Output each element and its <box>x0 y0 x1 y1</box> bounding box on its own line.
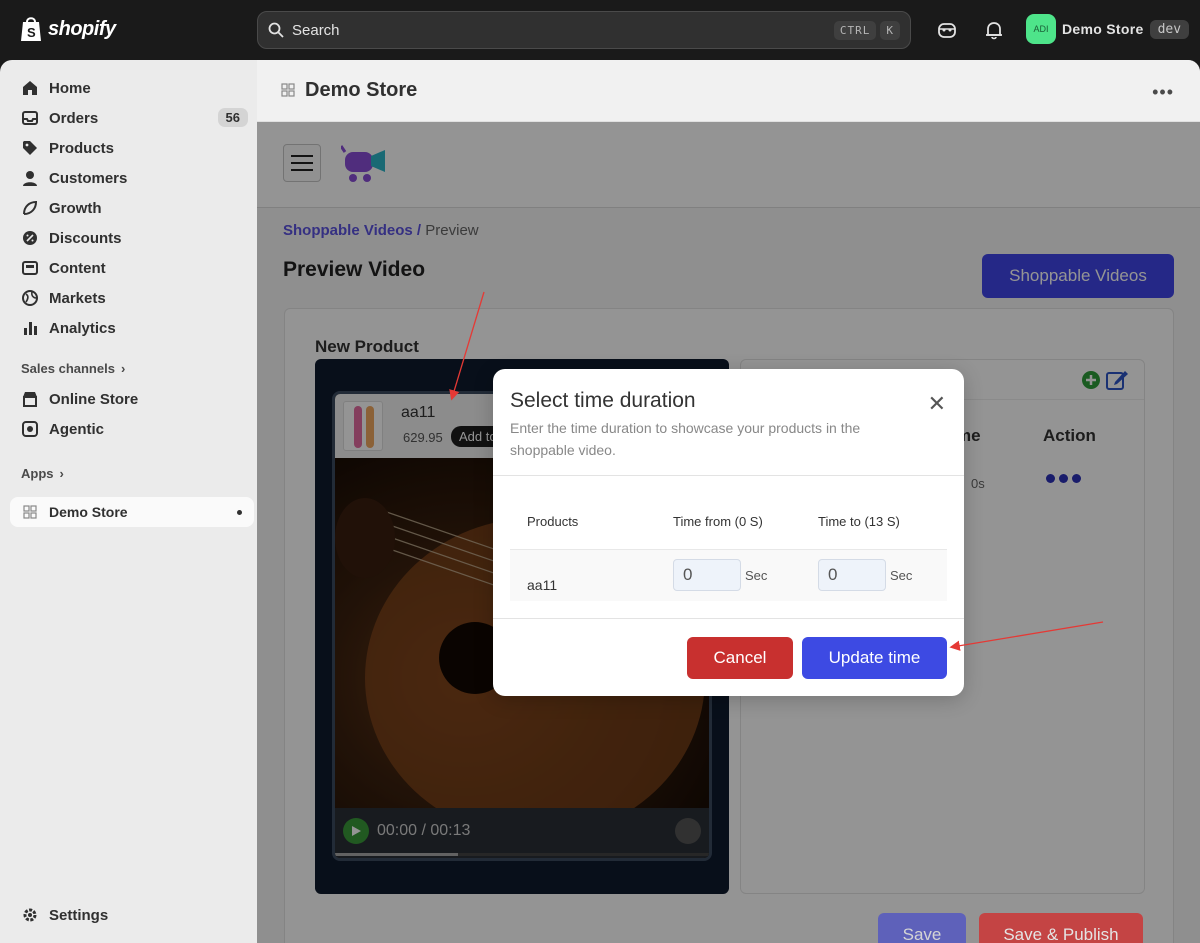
home-icon <box>21 79 39 97</box>
tag-icon <box>21 139 39 157</box>
app-grid-icon <box>21 503 39 521</box>
inbox-icon <box>21 109 39 127</box>
shortcut-ctrl: CTRL <box>833 20 877 40</box>
search-placeholder: Search <box>292 21 340 39</box>
sidebar-item-label: Online Store <box>49 390 139 408</box>
sidebar-item-label: Home <box>49 79 91 97</box>
close-icon[interactable]: ✕ <box>928 391 946 417</box>
search-bar[interactable]: Search CTRL K <box>257 11 911 49</box>
sidebar-item-agentic[interactable]: Agentic <box>10 414 254 444</box>
sidekick-icon[interactable] <box>935 18 959 42</box>
sidebar-item-customers[interactable]: Customers <box>10 163 254 193</box>
gear-icon <box>21 906 39 924</box>
env-badge: dev <box>1149 19 1190 39</box>
sidebar-item-label: Growth <box>49 199 102 217</box>
sidebar-item-label: Demo Store <box>49 504 128 520</box>
store-name: Demo Store <box>1062 21 1144 37</box>
column-header-time-to: Time to (13 S) <box>818 514 900 529</box>
person-icon <box>21 169 39 187</box>
store-switcher[interactable]: ADI Demo Store dev <box>1026 14 1190 44</box>
sidebar-item-label: Products <box>49 139 115 157</box>
active-dot <box>237 510 242 515</box>
sidebar-item-label: Discounts <box>49 229 122 247</box>
sidebar-item-online-store[interactable]: Online Store <box>10 384 254 414</box>
store-icon <box>21 390 39 408</box>
chevron-right-icon: › <box>59 466 64 481</box>
top-bar: S shopify Search CTRL K ADI Demo Store d… <box>0 0 1200 60</box>
page-title: Demo Store <box>305 79 418 101</box>
sidebar-item-home[interactable]: Home <box>10 73 254 103</box>
save-publish-button[interactable]: Save & Publish <box>979 913 1143 943</box>
sidebar-item-label: Customers <box>49 169 128 187</box>
bell-icon[interactable] <box>982 18 1006 42</box>
sidebar-item-products[interactable]: Products <box>10 133 254 163</box>
update-time-button[interactable]: Update time <box>802 637 947 679</box>
sidebar-item-label: Agentic <box>49 420 105 438</box>
time-to-input[interactable]: 0 <box>818 559 886 591</box>
modal-subtitle: Enter the time duration to showcase your… <box>510 420 861 458</box>
sidebar-item-markets[interactable]: Markets <box>10 283 254 313</box>
column-header-products: Products <box>527 514 579 529</box>
modal-title: Select time duration <box>510 389 696 412</box>
cancel-button[interactable]: Cancel <box>687 637 793 679</box>
sidebar-item-orders[interactable]: Orders 56 <box>10 103 254 133</box>
time-from-unit: Sec <box>745 568 768 583</box>
svg-text:S: S <box>27 25 36 40</box>
shortcut-k: K <box>880 20 900 40</box>
content-icon <box>21 259 39 277</box>
sidebar-item-label: Analytics <box>49 319 116 337</box>
orders-count-badge: 56 <box>217 108 248 127</box>
apps-header[interactable]: Apps › <box>21 466 64 481</box>
app-grid-icon <box>281 83 295 102</box>
sidebar-item-content[interactable]: Content <box>10 253 254 283</box>
bar-chart-icon <box>21 319 39 337</box>
globe-icon <box>21 289 39 307</box>
store-avatar: ADI <box>1026 14 1056 44</box>
sidebar-item-label: Orders <box>49 109 99 127</box>
sales-channels-header[interactable]: Sales channels › <box>21 361 125 376</box>
logo-text: shopify <box>48 17 116 40</box>
shopify-logo[interactable]: S shopify <box>20 16 116 42</box>
sidebar-item-analytics[interactable]: Analytics <box>10 313 254 343</box>
page-header: Demo Store ••• <box>257 60 1200 122</box>
apps-label: Apps <box>21 466 54 481</box>
more-actions-icon[interactable]: ••• <box>1152 82 1174 103</box>
chevron-right-icon: › <box>120 361 126 376</box>
modal-footer-divider <box>493 618 964 619</box>
sidebar-item-growth[interactable]: Growth <box>10 193 254 223</box>
row-product-name: aa11 <box>527 577 558 593</box>
sidebar-item-label: Content <box>49 259 106 277</box>
column-header-time-from: Time from (0 S) <box>673 514 763 529</box>
modal-divider <box>493 475 964 476</box>
search-icon <box>268 22 284 38</box>
time-from-input[interactable]: 0 <box>673 559 741 591</box>
sidebar-item-label: Settings <box>49 906 109 924</box>
discount-icon <box>21 229 39 247</box>
sidebar-item-label: Markets <box>49 289 106 307</box>
time-to-unit: Sec <box>890 568 913 583</box>
time-duration-modal: Select time duration Enter the time dura… <box>493 369 964 696</box>
sidebar-item-demo-store-app[interactable]: Demo Store <box>10 497 254 527</box>
growth-icon <box>21 199 39 217</box>
sidebar-item-discounts[interactable]: Discounts <box>10 223 254 253</box>
agentic-icon <box>21 420 39 438</box>
sidebar: Home Orders 56 Products Customers Growth… <box>0 60 257 943</box>
sales-channels-label: Sales channels <box>21 361 115 376</box>
save-button[interactable]: Save <box>878 913 966 943</box>
sidebar-item-settings[interactable]: Settings <box>10 900 254 930</box>
shopify-bag-icon: S <box>21 17 41 41</box>
